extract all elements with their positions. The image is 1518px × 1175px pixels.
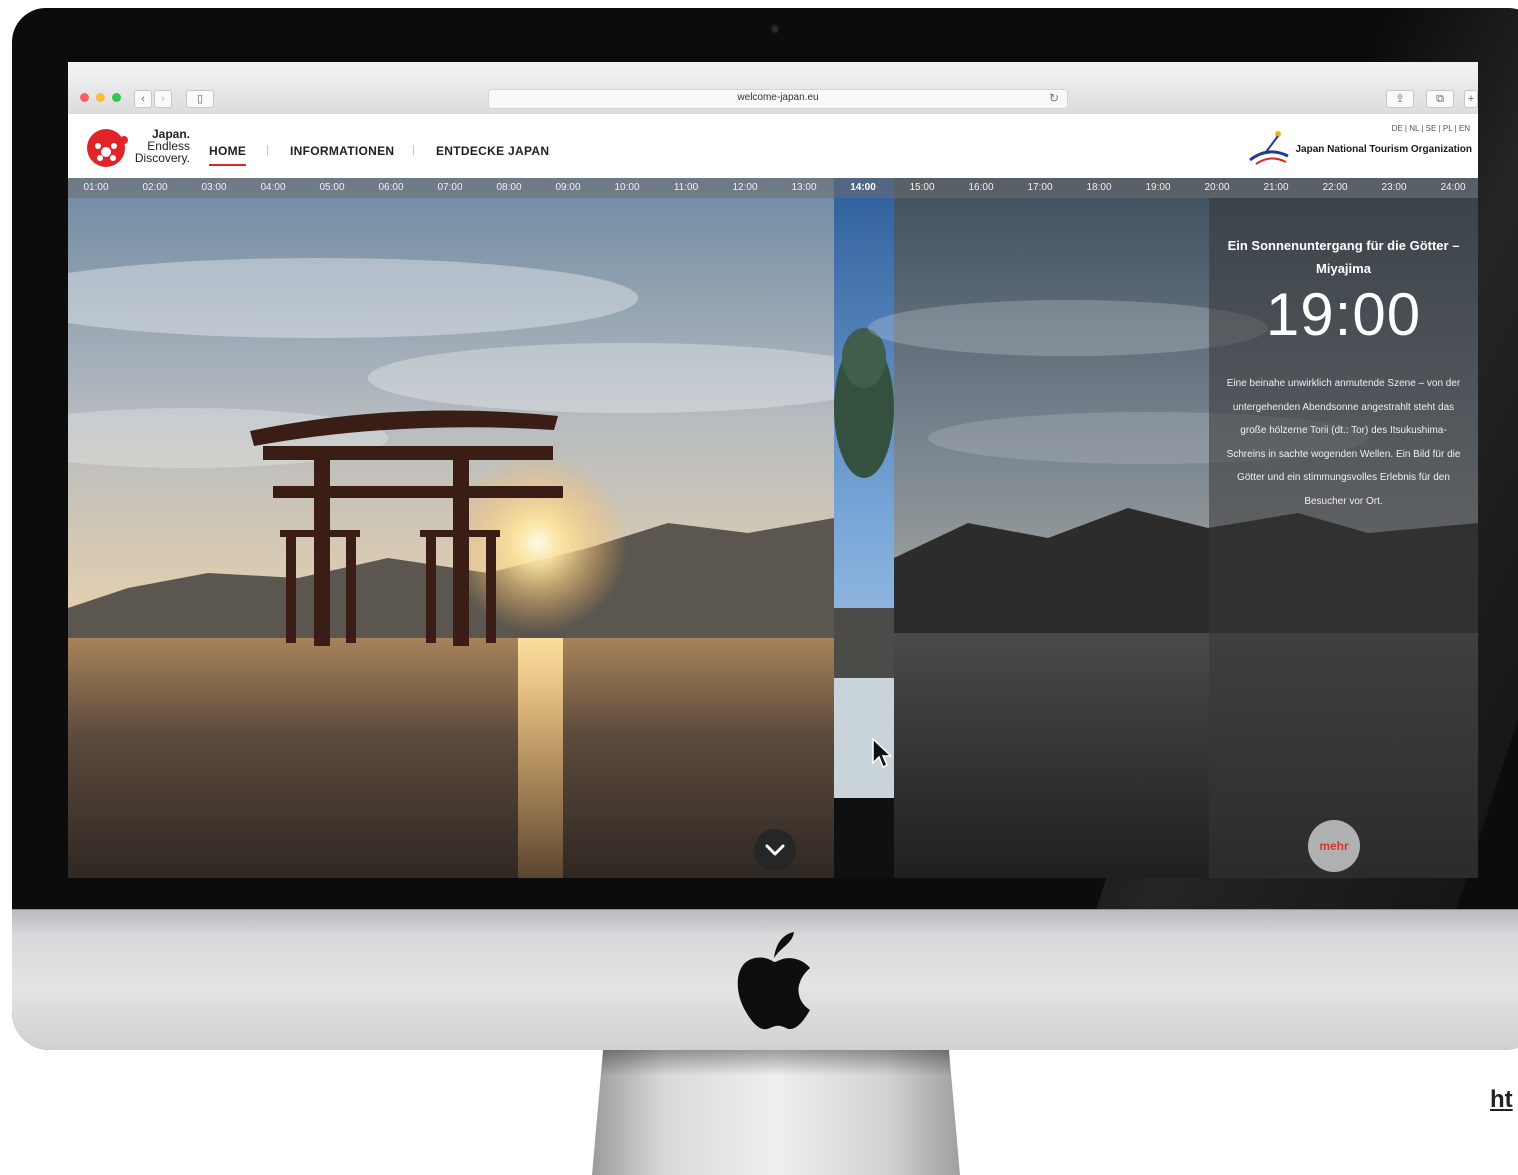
timeline-hour[interactable]: 12:00 [732, 182, 757, 193]
timeline-hour[interactable]: 01:00 [83, 182, 108, 193]
info-panel: Ein Sonnenuntergang für die Götter – Miy… [1209, 198, 1478, 878]
camera-icon [772, 26, 778, 32]
close-window-button[interactable] [80, 93, 89, 102]
info-description: Eine beinahe unwirklich anmutende Szene … [1226, 378, 1461, 507]
timeline-hour[interactable]: 17:00 [1027, 182, 1052, 193]
minimize-window-button[interactable] [96, 93, 105, 102]
nav-informationen[interactable]: INFORMATIONEN [290, 144, 394, 158]
nav-separator [267, 145, 268, 156]
sidebar-icon[interactable]: ▯ [186, 90, 214, 108]
timeline-hour[interactable]: 16:00 [968, 182, 993, 193]
info-time: 19:00 [1265, 281, 1422, 348]
url-text: welcome-japan.eu [737, 92, 819, 103]
zoom-window-button[interactable] [112, 93, 121, 102]
organization-name: Japan National Tourism Organization [1295, 144, 1472, 155]
timeline-hour[interactable]: 15:00 [909, 182, 934, 193]
timeline-hour[interactable]: 14:00 [850, 182, 876, 193]
hour-timeline: 01:00 02:00 03:00 04:00 05:00 06:00 07:00 08:00… [68, 178, 1478, 198]
timeline-hour[interactable]: 24:00 [1440, 182, 1465, 193]
logo-line-3: Discovery. [134, 151, 190, 165]
stand-shadow [601, 1050, 951, 1076]
url-field[interactable]: welcome-japan.eu ↻ [488, 89, 1068, 109]
info-title: Ein Sonnenuntergang für die Götter – Miy… [1227, 238, 1460, 276]
japan-flower-logo-icon[interactable] [86, 126, 132, 170]
timeline-hour[interactable]: 05:00 [319, 182, 344, 193]
timeline-hour[interactable]: 20:00 [1204, 182, 1229, 193]
timeline-hour[interactable]: 10:00 [614, 182, 639, 193]
page-link-fragment[interactable]: ht [1490, 1086, 1513, 1114]
timeline-hour[interactable]: 04:00 [260, 182, 285, 193]
reload-icon[interactable]: ↻ [1049, 91, 1059, 105]
nav-home[interactable]: HOME [209, 144, 247, 166]
timeline-hour[interactable]: 13:00 [791, 182, 816, 193]
apple-logo-icon [737, 932, 810, 1030]
timeline-hour[interactable]: 21:00 [1263, 182, 1288, 193]
back-icon[interactable]: ‹ [134, 90, 152, 108]
timeline-hour[interactable]: 06:00 [378, 182, 403, 193]
chevron-down-icon [765, 844, 785, 856]
timeline-hour[interactable]: 23:00 [1381, 182, 1406, 193]
site-header: Japan. Endless Discovery. HOME INFORMATI… [68, 114, 1478, 178]
timeline-hour[interactable]: 09:00 [555, 182, 580, 193]
nav-separator [413, 145, 414, 156]
more-button[interactable]: mehr [1308, 820, 1360, 872]
language-switcher[interactable]: DE | NL | SE | PL | EN [1392, 124, 1470, 133]
timeline-hour[interactable]: 08:00 [496, 182, 521, 193]
timeline-hour[interactable]: 18:00 [1086, 182, 1111, 193]
browser-toolbar: ‹ › ▯ welcome-japan.eu ↻ ⇪ ⧉ + [68, 62, 1478, 115]
timeline-hour[interactable]: 07:00 [437, 182, 462, 193]
forward-icon[interactable]: › [154, 90, 172, 108]
share-icon[interactable]: ⇪ [1386, 90, 1414, 108]
jnto-logo-icon[interactable] [1248, 126, 1290, 166]
new-tab-icon[interactable]: + [1464, 90, 1478, 108]
logo-text: Japan. Endless Discovery. [132, 128, 190, 164]
timeline-hour[interactable]: 03:00 [201, 182, 226, 193]
timeline-hour[interactable]: 11:00 [674, 182, 698, 193]
timeline-hour[interactable]: 02:00 [142, 182, 167, 193]
tabs-overview-icon[interactable]: ⧉ [1426, 90, 1454, 108]
mouse-pointer-icon [872, 738, 892, 769]
timeline-hour[interactable]: 19:00 [1145, 182, 1170, 193]
timeline-hour[interactable]: 22:00 [1322, 182, 1347, 193]
screen: ‹ › ▯ welcome-japan.eu ↻ ⇪ ⧉ + Japan. En… [68, 62, 1478, 878]
nav-entdecke-japan[interactable]: ENTDECKE JAPAN [436, 144, 549, 158]
scroll-down-button[interactable] [754, 829, 796, 871]
